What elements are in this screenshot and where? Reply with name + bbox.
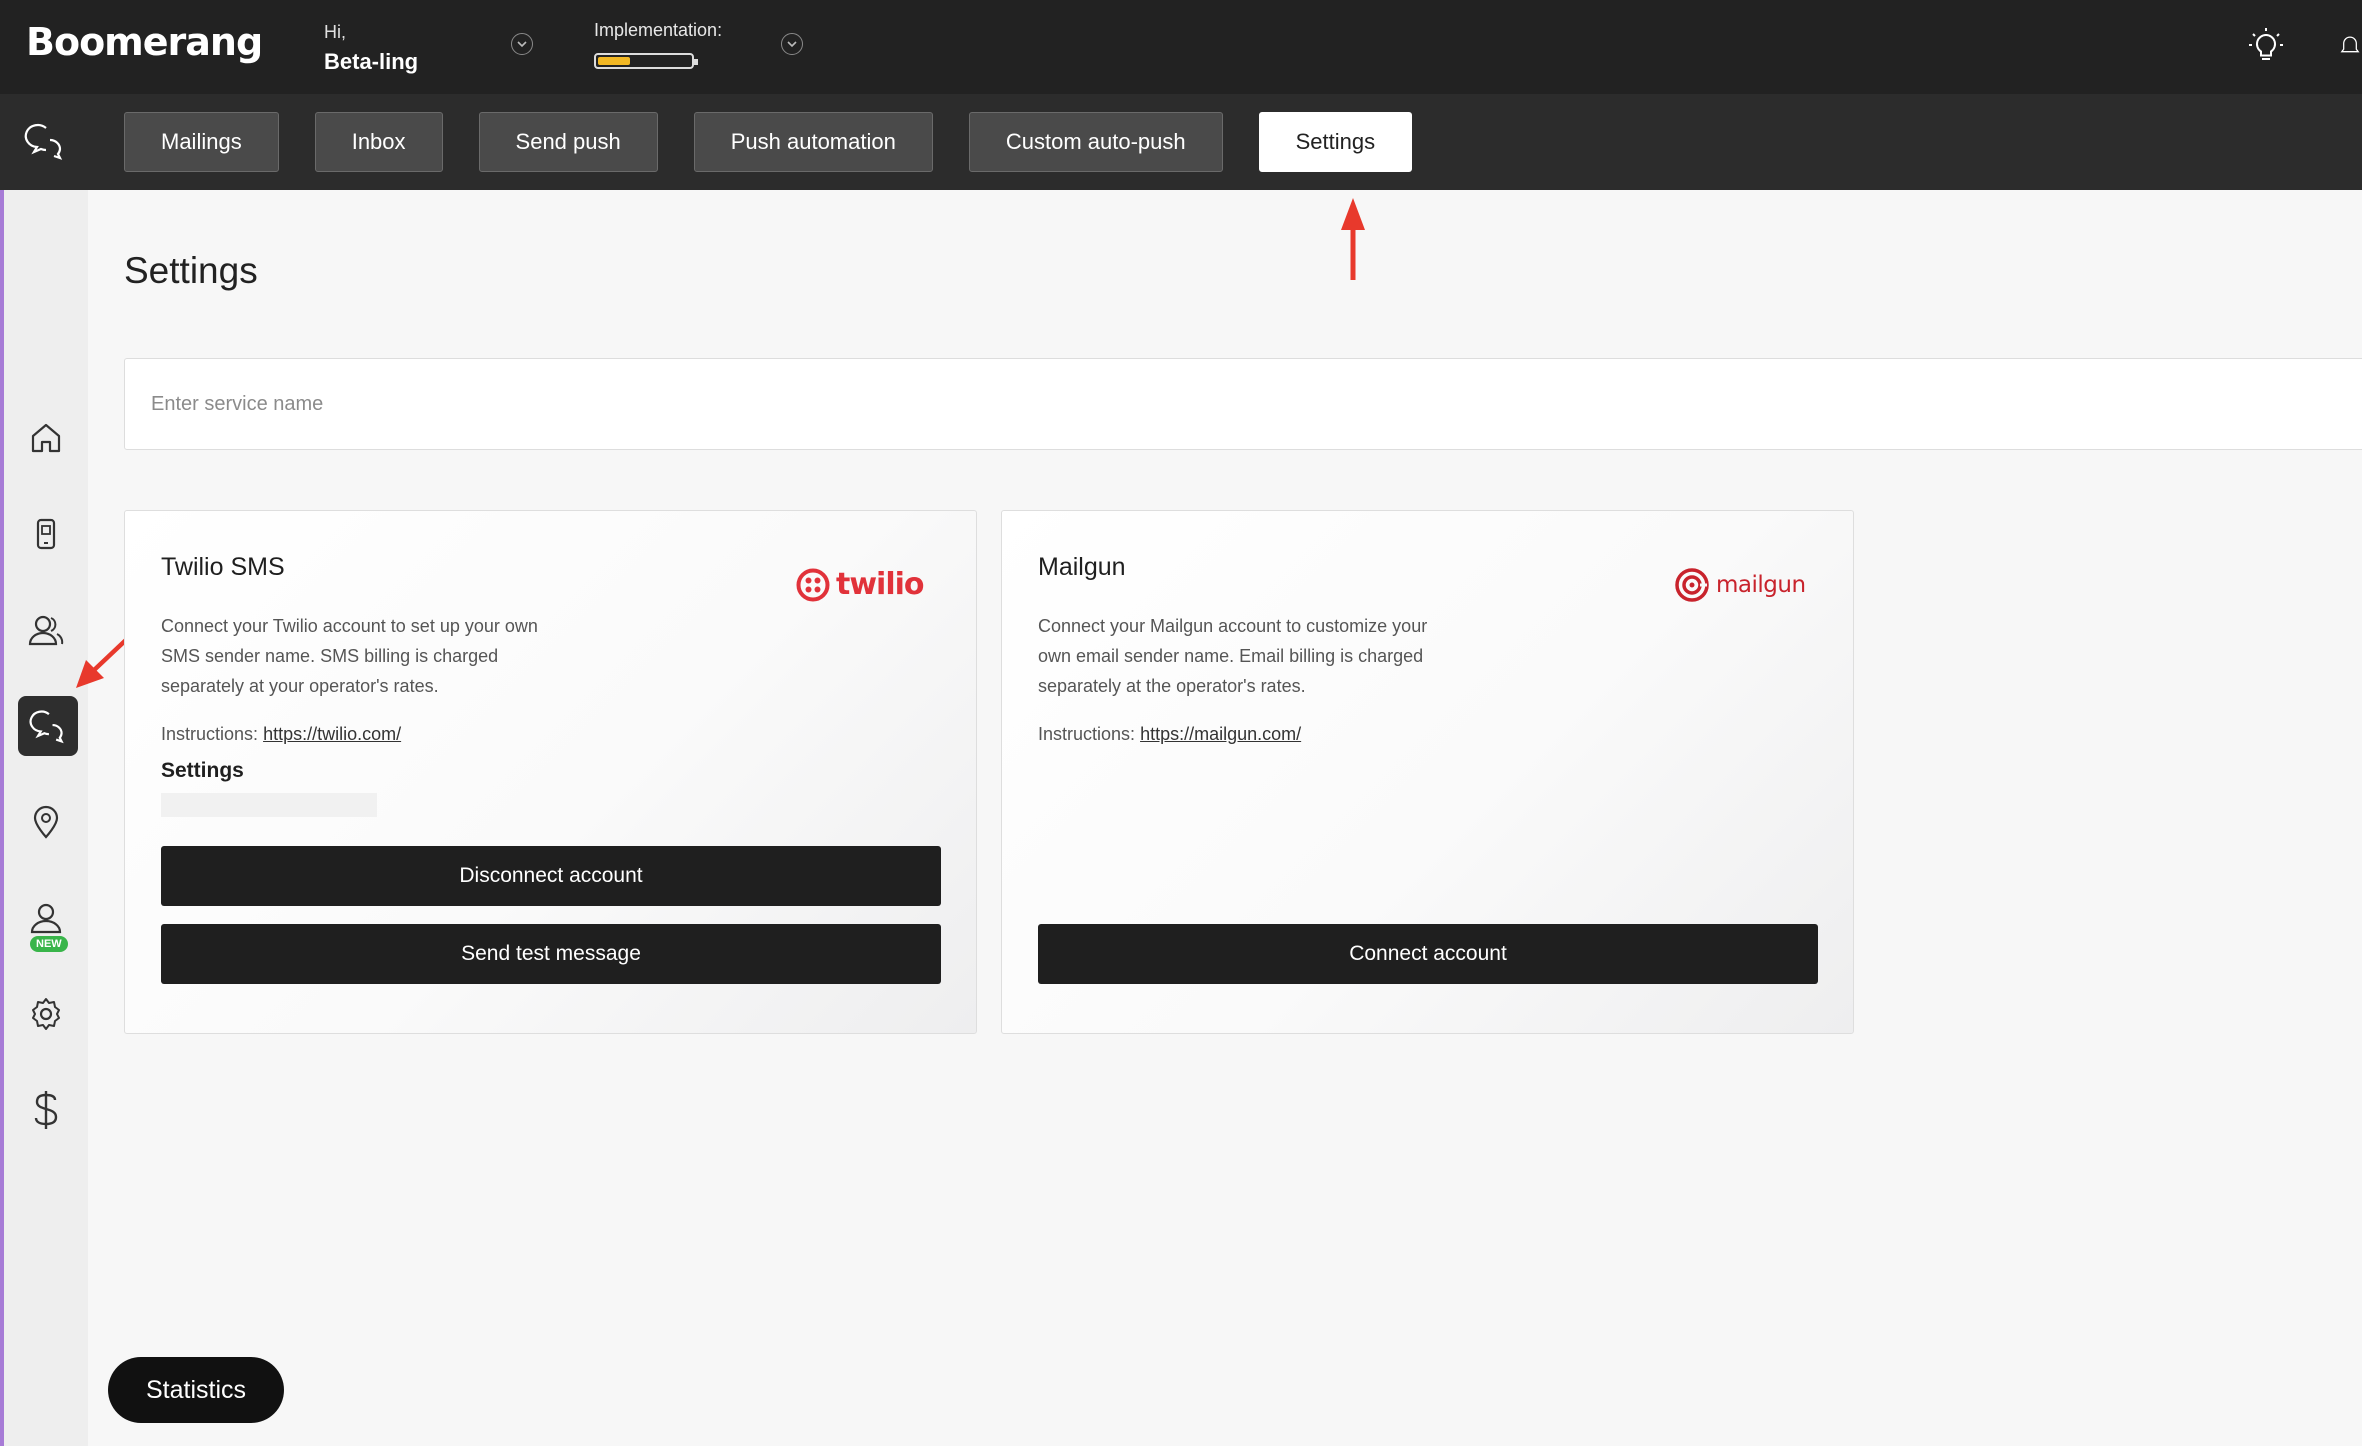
sidebar: NEW: [0, 190, 88, 1446]
top-right-icons: [2244, 24, 2362, 68]
chat-icon: [24, 120, 66, 162]
card-title: Mailgun: [1038, 553, 1126, 581]
bell-icon[interactable]: [2338, 24, 2362, 68]
card-instructions: Instructions: https://mailgun.com/: [1038, 724, 1301, 745]
settings-value-placeholder: [161, 793, 377, 817]
card-description: Connect your Twilio account to set up yo…: [161, 616, 538, 696]
disconnect-account-button[interactable]: Disconnect account: [161, 846, 941, 906]
twilio-logo: twilio: [796, 567, 925, 602]
app-logo[interactable]: Boomerang: [26, 20, 263, 64]
connect-account-button[interactable]: Connect account: [1038, 924, 1818, 984]
top-bar: Boomerang Hi, Beta-ling Implementation:: [0, 0, 2362, 94]
tab-mailings[interactable]: Mailings: [124, 112, 279, 172]
user-menu-chevron-down-icon[interactable]: [511, 33, 533, 55]
implementation-progress-fill: [598, 57, 631, 65]
users-icon[interactable]: [24, 608, 68, 652]
lightbulb-icon[interactable]: [2244, 24, 2288, 68]
mobile-icon[interactable]: [24, 512, 68, 556]
user-icon[interactable]: [24, 896, 68, 940]
tab-custom-auto-push[interactable]: Custom auto-push: [968, 112, 1223, 172]
card-title: Twilio SMS: [161, 553, 285, 581]
implementation-chevron-down-icon[interactable]: [781, 33, 803, 55]
service-search-input[interactable]: [124, 358, 2362, 450]
tab-push-automation[interactable]: Push automation: [693, 112, 933, 172]
section-nav: Mailings Inbox Send push Push automation…: [0, 94, 2362, 190]
twilio-instructions-link[interactable]: https://twilio.com/: [263, 724, 401, 744]
implementation-label: Implementation:: [594, 20, 723, 40]
mailgun-logo: mailgun: [1674, 567, 1806, 603]
user-greeting: Hi, Beta-ling: [324, 22, 418, 75]
send-test-message-button[interactable]: Send test message: [161, 924, 941, 984]
gear-icon[interactable]: [24, 992, 68, 1036]
home-icon[interactable]: [24, 416, 68, 460]
tab-settings[interactable]: Settings: [1258, 112, 1413, 172]
user-name: Beta-ling: [324, 49, 419, 74]
location-pin-icon[interactable]: [24, 800, 68, 844]
mailgun-instructions-link[interactable]: https://mailgun.com/: [1140, 724, 1301, 744]
settings-label: Settings: [161, 759, 244, 782]
tab-send-push[interactable]: Send push: [478, 112, 658, 172]
annotation-arrow-up-icon: [1341, 198, 1365, 280]
mailgun-logo-icon: [1675, 568, 1709, 602]
dollar-icon[interactable]: [24, 1088, 68, 1132]
instructions-label: Instructions:: [1038, 724, 1136, 744]
page-title: Settings: [124, 250, 258, 291]
card-instructions: Instructions: https://twilio.com/: [161, 724, 401, 745]
instructions-label: Instructions:: [161, 724, 259, 744]
chat-icon[interactable]: [18, 696, 78, 756]
card-description: Connect your Mailgun account to customiz…: [1038, 616, 1428, 696]
implementation-progress-bar: [594, 53, 698, 69]
twilio-logo-text: twilio: [836, 567, 925, 602]
statistics-button[interactable]: Statistics: [108, 1357, 284, 1423]
mailgun-logo-text: mailgun: [1716, 572, 1806, 598]
mailgun-card: Mailgun mailgun Connect your Mailgun acc…: [1001, 510, 1854, 1034]
implementation-progress: Implementation:: [594, 20, 722, 69]
progress-bar-nub: [694, 59, 698, 65]
greeting-text: Hi,: [324, 22, 346, 42]
tab-inbox[interactable]: Inbox: [314, 112, 443, 172]
twilio-sms-card: Twilio SMS twilio Connect your Twilio ac…: [124, 510, 977, 1034]
twilio-logo-icon: [796, 568, 830, 601]
section-tabs: Mailings Inbox Send push Push automation…: [124, 112, 1413, 172]
